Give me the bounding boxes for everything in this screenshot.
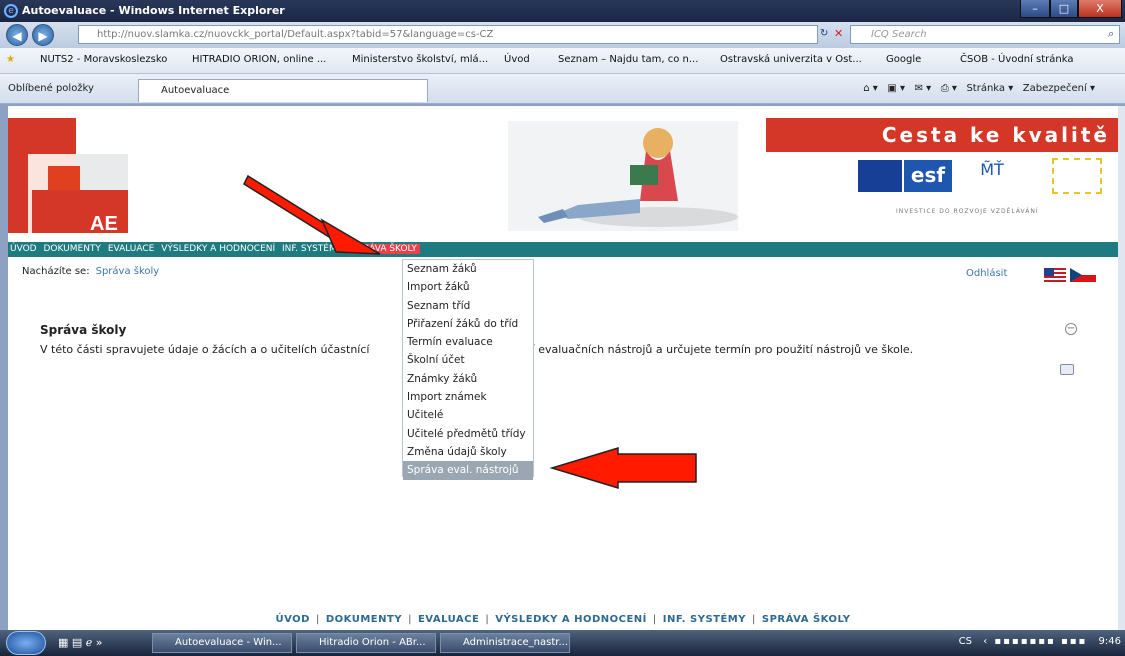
print-menu-icon[interactable]: ⎙ ▾ <box>941 83 957 94</box>
annotation-arrows <box>243 174 697 490</box>
favorite-link[interactable]: Ostravská univerzita v Ost... <box>720 54 862 65</box>
back-icon[interactable]: ◀ <box>6 24 28 46</box>
clock[interactable]: 9:46 <box>1099 636 1121 647</box>
language-indicator[interactable]: CS <box>959 636 972 647</box>
tray-icons[interactable]: ‹ ▪▪▪▪▪▪▪ ▪▪▪ <box>983 636 1087 647</box>
close-button[interactable]: X <box>1078 0 1122 18</box>
footer-dokumenty[interactable]: DOKUMENTY <box>326 614 402 625</box>
start-button[interactable] <box>6 631 46 655</box>
refresh-icon[interactable]: ↻ <box>820 28 828 39</box>
command-bar: ⌂ ▾ ▣ ▾ ✉ ▾ ⎙ ▾ Stránka ▾ Zabezpečení ▾ <box>863 83 1095 94</box>
favorite-link[interactable]: ČSOB - Úvodní stránka <box>960 54 1073 65</box>
stop-icon[interactable]: ✕ <box>834 27 843 40</box>
mail-icon[interactable]: ✉ ▾ <box>915 83 932 94</box>
taskbar: ▦ ▤ ℯ » Autoevaluace - Win... Hitradio O… <box>0 630 1125 656</box>
quicklaunch-icons[interactable]: ▦ ▤ ℯ » <box>58 636 103 649</box>
footer-evaluace[interactable]: EVALUACE <box>418 614 479 625</box>
page-menu[interactable]: Stránka ▾ <box>966 83 1013 94</box>
footer-sprava-skoly[interactable]: SPRÁVA ŠKOLY <box>762 614 851 625</box>
footer-vysledky[interactable]: VÝSLEDKY A HODNOCENÍ <box>495 614 647 625</box>
taskbar-item[interactable]: Autoevaluace - Win... <box>152 633 292 653</box>
scrollbar[interactable] <box>1118 106 1125 630</box>
system-tray: CS ‹ ▪▪▪▪▪▪▪ ▪▪▪ 9:46 <box>959 636 1121 647</box>
footer-nav: ÚVOD | DOKUMENTY | EVALUACE | VÝSLEDKY A HODNO… <box>275 614 851 625</box>
search-input[interactable]: ICQ Search <box>850 25 1120 44</box>
favorite-link[interactable]: HITRADIO ORION, online ... <box>192 54 326 65</box>
tab-bar: Oblíbené položky Autoevaluace ⌂ ▾ ▣ ▾ ✉ … <box>0 74 1125 104</box>
red-arrow-menu <box>549 446 697 490</box>
favorite-link[interactable]: Google <box>886 54 921 65</box>
favorites-menu[interactable]: Oblíbené položky <box>8 83 94 94</box>
footer-inf-systemy[interactable]: INF. SYSTÉMY <box>663 614 746 625</box>
taskbar-item[interactable]: Administrace_nastr... <box>440 633 570 653</box>
search-icon[interactable]: ⌕ <box>1108 27 1114 41</box>
favorite-link[interactable]: Ministerstvo školství, mlá... <box>352 54 488 65</box>
favorites-bar: ★ NUTS2 - Moravskoslezsko HITRADIO ORION… <box>0 48 1125 74</box>
address-input[interactable]: http://nuov.slamka.cz/nuovckk_portal/Def… <box>78 25 818 44</box>
security-menu[interactable]: Zabezpečení ▾ <box>1023 83 1095 94</box>
red-arrow-nav <box>243 174 381 255</box>
home-icon[interactable]: ⌂ ▾ <box>863 83 878 94</box>
web-page: AE Cesta ke kvalitě esf M̃Ť INVESTICE DO… <box>8 106 1118 630</box>
maximize-button[interactable]: □ <box>1050 0 1078 18</box>
favorite-link[interactable]: Seznam – Najdu tam, co n... <box>558 54 698 65</box>
favorites-star-icon[interactable]: ★ <box>6 54 15 65</box>
taskbar-item[interactable]: Hitradio Orion - ABr... <box>296 633 436 653</box>
address-toolbar: ◀ ▶ http://nuov.slamka.cz/nuovckk_portal… <box>0 22 1125 48</box>
footer-uvod[interactable]: ÚVOD <box>275 614 310 625</box>
tab-autoevaluace[interactable]: Autoevaluace <box>138 79 428 102</box>
forward-icon[interactable]: ▶ <box>32 24 54 46</box>
ie-icon: e <box>4 4 18 18</box>
favorite-link[interactable]: NUTS2 - Moravskoslezsko <box>40 54 167 65</box>
minimize-button[interactable]: – <box>1020 0 1050 18</box>
feeds-icon[interactable]: ▣ ▾ <box>887 83 905 94</box>
window-titlebar: Autoevaluace - Windows Internet Explorer <box>0 0 1125 22</box>
favorite-link[interactable]: Úvod <box>504 54 530 65</box>
